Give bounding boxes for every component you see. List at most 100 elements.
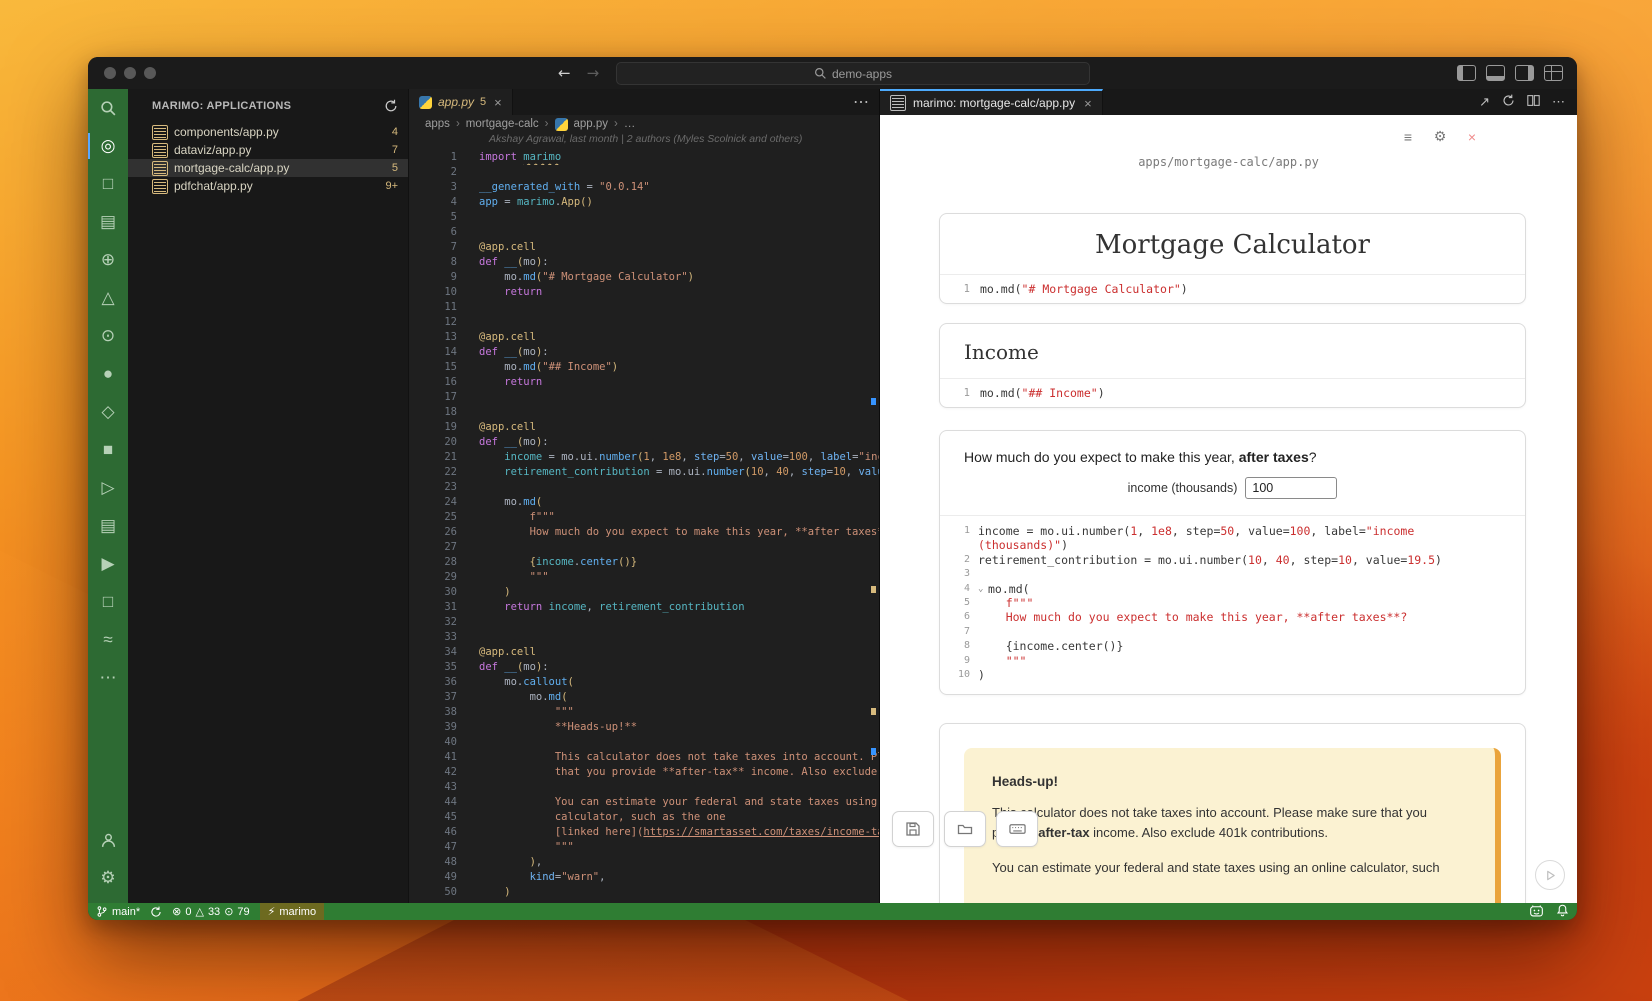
text-segment: after-tax — [1038, 825, 1089, 840]
activity-marimo-icon[interactable]: ◎ — [88, 127, 128, 165]
marimo-settings-button[interactable]: ⚙ — [1427, 124, 1453, 150]
line-number: 47 — [409, 840, 479, 855]
code-line: 6 — [409, 225, 879, 240]
line-number: 32 — [409, 615, 479, 630]
code-line: 21 income = mo.ui.number(1, 1e8, step=50… — [409, 450, 879, 465]
python-icon — [555, 118, 568, 131]
code-editor[interactable]: 1import marimo23__generated_with = "0.0.… — [409, 147, 879, 903]
tab-app-py[interactable]: app.py 5 × — [409, 89, 513, 115]
line-number: 20 — [409, 435, 479, 450]
activity-git-pull-request-icon[interactable]: △ — [88, 279, 128, 317]
code-line: 40 — [409, 735, 879, 750]
code-line: 12 — [409, 315, 879, 330]
tab-close-icon[interactable]: × — [494, 95, 502, 110]
split-editor-icon[interactable] — [1527, 94, 1540, 110]
line-number: 1 — [409, 150, 479, 165]
line-number: 40 — [409, 735, 479, 750]
search-placeholder: demo-apps — [832, 67, 892, 81]
editor-more-actions-icon[interactable]: ⋯ — [853, 92, 869, 112]
warning-callout: Heads-up! This calculator does not take … — [964, 748, 1501, 903]
folder-icon — [957, 821, 973, 837]
activity-docker-icon[interactable]: ≈ — [88, 621, 128, 659]
income-input[interactable] — [1245, 477, 1337, 499]
webview-tab-close-icon[interactable]: × — [1084, 96, 1092, 111]
line-number: 7 — [944, 625, 978, 639]
tab-marimo-webview[interactable]: marimo: mortgage-calc/app.py × — [880, 89, 1103, 115]
code-line: 1income = mo.ui.number(1, 1e8, step=50, … — [944, 524, 1515, 538]
toggle-secondary-sidebar-icon[interactable] — [1515, 65, 1534, 81]
overview-ruler — [869, 115, 877, 903]
breadcrumb[interactable]: apps›mortgage-calc›app.py›… — [409, 115, 879, 133]
marimo-menu-button[interactable]: ≡ — [1395, 124, 1421, 150]
activity-layout-icon[interactable]: ■ — [88, 431, 128, 469]
activity-run-icon[interactable]: ▷ — [88, 469, 128, 507]
cell-code[interactable]: 1mo.md("## Income") — [940, 379, 1525, 407]
customize-layout-icon[interactable] — [1544, 65, 1563, 81]
activity-more-icon[interactable]: ⋯ — [88, 659, 128, 697]
file-item-mortgage-calc-app-py[interactable]: mortgage-calc/app.py5 — [128, 159, 408, 177]
line-number: 29 — [409, 570, 479, 585]
minimize-window-button[interactable] — [124, 67, 136, 79]
line-number: 19 — [409, 420, 479, 435]
activity-testing-icon[interactable]: ▶ — [88, 545, 128, 583]
file-item-dataviz-app-py[interactable]: dataviz/app.py7 — [128, 141, 408, 159]
open-folder-button[interactable] — [944, 811, 986, 847]
cell-code[interactable]: 1income = mo.ui.number(1, 1e8, step=50, … — [940, 516, 1525, 694]
notebook-icon — [152, 161, 168, 176]
reload-webview-icon[interactable] — [1502, 94, 1515, 110]
sync-changes-button[interactable] — [150, 906, 162, 918]
keyboard-shortcuts-button[interactable] — [996, 811, 1038, 847]
info-count: 79 — [237, 906, 249, 918]
breadcrumb-item[interactable]: … — [624, 118, 636, 130]
activity-search-icon[interactable] — [88, 89, 128, 127]
refresh-icon[interactable] — [384, 99, 398, 113]
breadcrumb-item[interactable]: mortgage-calc — [466, 118, 539, 130]
notifications-bell-icon[interactable] — [1556, 904, 1569, 920]
activity-jupyter-icon[interactable]: ⊙ — [88, 317, 128, 355]
line-number: 43 — [409, 780, 479, 795]
line-number: 46 — [409, 825, 479, 840]
close-window-button[interactable] — [104, 67, 116, 79]
line-number: 45 — [409, 810, 479, 825]
fold-chevron-icon[interactable]: ⌄ — [978, 582, 988, 596]
zoom-window-button[interactable] — [144, 67, 156, 79]
feedback-smiley-icon[interactable] — [1529, 904, 1544, 920]
activity-notebook-icon[interactable]: ▤ — [88, 507, 128, 545]
activity-settings-icon[interactable]: ⚙ — [88, 859, 128, 897]
activity-doc-search-icon[interactable]: ▤ — [88, 203, 128, 241]
marimo-status-badge[interactable]: ⚡ marimo — [260, 903, 324, 920]
cell-count-badge: 9+ — [385, 180, 398, 192]
open-in-browser-icon[interactable]: ↗ — [1479, 95, 1490, 110]
command-center-search[interactable]: demo-apps — [616, 62, 1090, 85]
notebook-icon — [152, 125, 168, 140]
ruler-mark — [871, 398, 876, 405]
marimo-shutdown-button[interactable]: × — [1459, 124, 1485, 150]
activity-remote-explorer-icon[interactable]: □ — [88, 583, 128, 621]
activity-github-icon[interactable]: ● — [88, 355, 128, 393]
line-number: 10 — [944, 668, 978, 682]
toggle-panel-icon[interactable] — [1486, 65, 1505, 81]
code-line: 3 — [944, 567, 1515, 581]
activity-gitlens-icon[interactable]: ◇ — [88, 393, 128, 431]
line-number: 5 — [944, 596, 978, 610]
activity-explorer-icon[interactable]: □ — [88, 165, 128, 203]
save-button[interactable] — [892, 811, 934, 847]
breadcrumb-item[interactable]: apps — [425, 118, 450, 130]
code-line: 18 — [409, 405, 879, 420]
file-item-components-app-py[interactable]: components/app.py4 — [128, 123, 408, 141]
problems-status[interactable]: ⊗ 0 △ 33 ⊙ 79 — [172, 905, 250, 918]
run-cell-button[interactable] — [1535, 860, 1565, 890]
cell-count-badge: 5 — [392, 162, 398, 174]
activity-extensions-icon[interactable]: ⊕ — [88, 241, 128, 279]
webview-more-actions-icon[interactable]: ⋯ — [1552, 94, 1565, 110]
nav-forward-button[interactable]: → — [587, 64, 600, 82]
git-branch-status[interactable]: main* — [96, 905, 140, 918]
activity-accounts-icon[interactable] — [88, 821, 128, 859]
file-item-pdfchat-app-py[interactable]: pdfchat/app.py9+ — [128, 177, 408, 195]
line-number: 30 — [409, 585, 479, 600]
nav-back-button[interactable]: ← — [558, 64, 571, 82]
line-number: 13 — [409, 330, 479, 345]
toggle-primary-sidebar-icon[interactable] — [1457, 65, 1476, 81]
breadcrumb-item[interactable]: app.py — [574, 118, 609, 130]
cell-code[interactable]: 1mo.md("# Mortgage Calculator") — [940, 275, 1525, 303]
